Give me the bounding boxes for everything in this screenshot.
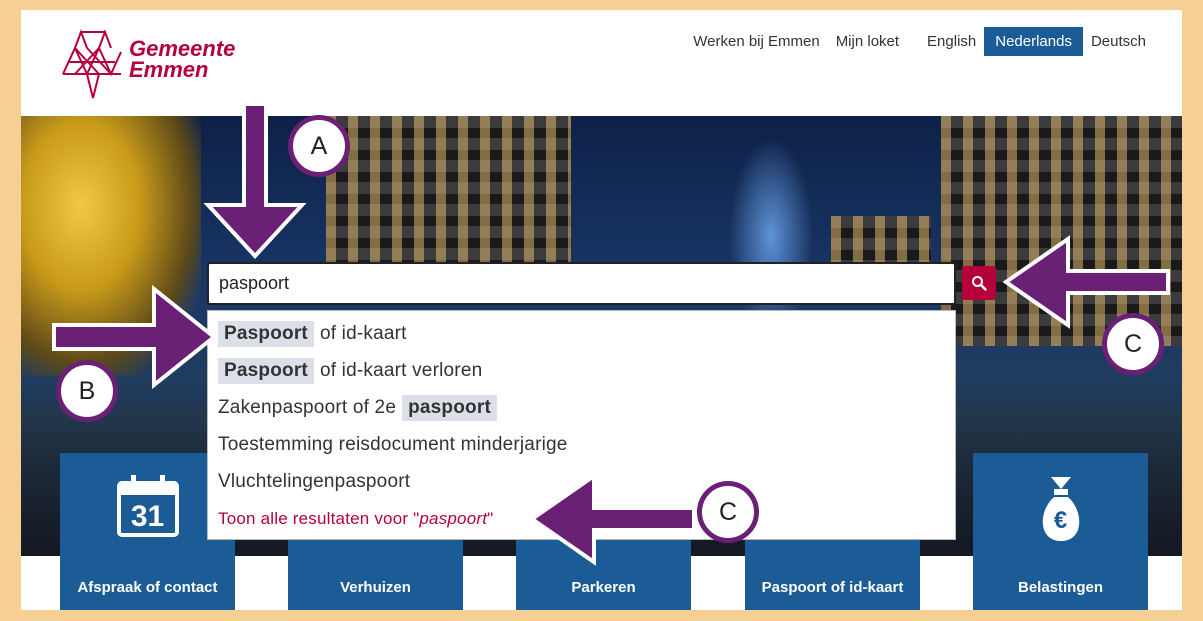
- building-image: [326, 116, 571, 276]
- tile-label: Belastingen: [1017, 579, 1104, 596]
- suggestion-match: paspoort: [402, 394, 497, 421]
- tile-label: Afspraak of contact: [77, 579, 218, 596]
- search-icon: [972, 276, 987, 291]
- top-navigation: Werken bij Emmen Mijn loket English Nede…: [685, 27, 1182, 56]
- suggestion-match: Paspoort: [218, 357, 314, 384]
- annotation-badge-b: B: [56, 360, 118, 422]
- language-deutsch-link[interactable]: Deutsch: [1083, 27, 1182, 56]
- search-button[interactable]: [962, 266, 996, 300]
- language-nederlands-link[interactable]: Nederlands: [984, 27, 1083, 56]
- tile-label: Paspoort of id-kaart: [761, 579, 904, 596]
- suggestion-item[interactable]: Zakenpaspoort of 2e paspoort: [208, 389, 955, 426]
- annotation-badge-c: C: [697, 481, 759, 543]
- mijn-loket-link[interactable]: Mijn loket: [828, 27, 907, 56]
- suggestion-item[interactable]: Paspoort of id-kaart: [208, 315, 955, 352]
- tile-belastingen[interactable]: € Belastingen: [973, 453, 1148, 610]
- logo-line-2: Emmen: [129, 57, 209, 82]
- site-header: Gemeente Emmen Werken bij Emmen Mijn lok…: [21, 10, 1182, 116]
- search-box: [207, 262, 956, 305]
- werken-bij-emmen-link[interactable]: Werken bij Emmen: [685, 27, 827, 56]
- suggestion-text: of id-kaart verloren: [319, 359, 483, 381]
- tile-label: Verhuizen: [340, 579, 411, 596]
- suggestion-item[interactable]: Toestemming reisdocument minderjarige: [208, 426, 955, 463]
- show-all-term: paspoort: [419, 508, 488, 528]
- tile-label: Parkeren: [571, 579, 636, 596]
- logo-text: Gemeente Emmen: [129, 36, 236, 82]
- annotation-badge-c: C: [1102, 313, 1164, 375]
- suggestion-match: Paspoort: [218, 320, 314, 347]
- suggestion-item[interactable]: Paspoort of id-kaart verloren: [208, 352, 955, 389]
- suggestion-text: Vluchtelingenpaspoort: [218, 470, 411, 492]
- logo-line-1: Gemeente: [129, 36, 236, 61]
- annotation-badge-a: A: [288, 115, 350, 177]
- logo[interactable]: Gemeente Emmen: [59, 24, 269, 102]
- suggestion-text: of id-kaart: [319, 322, 407, 344]
- language-english-link[interactable]: English: [919, 27, 984, 56]
- money-bag-icon: €: [973, 475, 1148, 550]
- logo-icon: [62, 29, 122, 99]
- annotation-arrow-c-show-all: [528, 472, 696, 566]
- show-all-prefix: Toon alle resultaten voor ": [218, 508, 420, 528]
- suggestion-text: Zakenpaspoort of 2e: [218, 396, 397, 418]
- euro-symbol: €: [1053, 507, 1068, 534]
- annotation-arrow-a: [203, 102, 307, 259]
- show-all-suffix: ": [487, 508, 494, 528]
- search-input[interactable]: [209, 264, 954, 303]
- suggestion-text: Toestemming reisdocument minderjarige: [218, 433, 568, 455]
